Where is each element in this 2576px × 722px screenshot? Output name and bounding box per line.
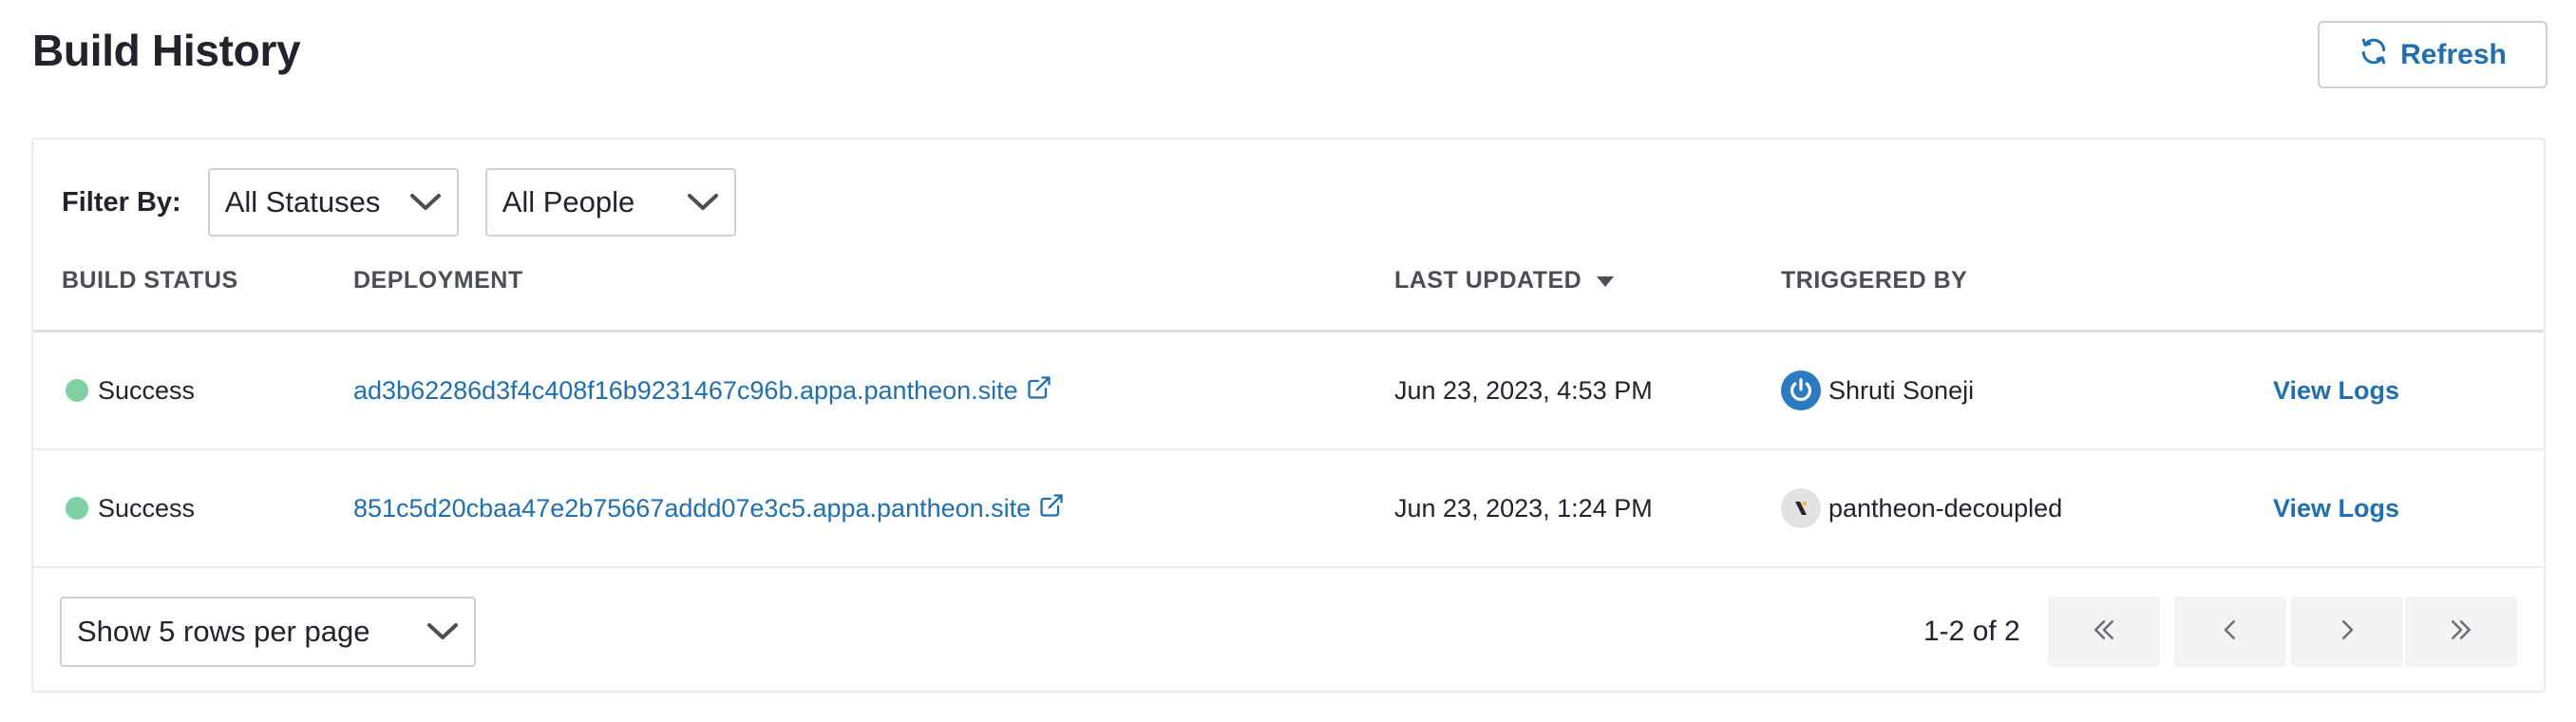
triggered-by-cell: pantheon-decoupled: [1781, 450, 2062, 566]
pagination-footer: Show 5 rows per page 1-2 of 2: [33, 568, 2544, 693]
build-history-card: Filter By: All Statuses All People BUILD…: [31, 138, 2546, 693]
view-logs-link[interactable]: View Logs: [2273, 494, 2399, 523]
column-header-deployment: DEPLOYMENT: [353, 267, 523, 294]
sort-descending-icon: [1597, 267, 1615, 294]
people-filter-value: All People: [502, 185, 635, 218]
view-logs-cell: View Logs: [2273, 332, 2399, 448]
status-filter-select[interactable]: All Statuses: [207, 168, 459, 237]
external-link-icon: [1026, 374, 1052, 408]
column-header-last-updated[interactable]: LAST UPDATED: [1394, 267, 1615, 294]
triggered-by-name: pantheon-decoupled: [1828, 493, 2063, 522]
triggered-by-name: Shruti Soneji: [1828, 375, 1975, 405]
status-filter-value: All Statuses: [224, 185, 381, 218]
page-title: Build History: [32, 26, 301, 75]
rows-per-page-select[interactable]: Show 5 rows per page: [60, 597, 476, 667]
external-link-icon: [1038, 492, 1065, 525]
last-updated-cell: Jun 23, 2023, 4:53 PM: [1394, 375, 1653, 405]
refresh-label: Refresh: [2400, 38, 2507, 70]
status-cell: Success: [66, 450, 195, 566]
chevrons-right-icon: [2447, 616, 2475, 649]
rows-per-page-value: Show 5 rows per page: [77, 615, 370, 648]
success-status-dot-icon: [66, 497, 88, 520]
last-page-button[interactable]: [2405, 597, 2517, 667]
chevron-right-icon: [2333, 616, 2361, 649]
filter-label: Filter By:: [62, 186, 181, 218]
chevrons-left-icon: [2090, 616, 2118, 649]
status-text: Success: [98, 375, 196, 405]
next-page-button[interactable]: [2291, 597, 2403, 667]
people-filter-select[interactable]: All People: [484, 168, 736, 237]
power-icon: [1781, 370, 1821, 410]
triggered-by-cell: Shruti Soneji: [1781, 332, 1974, 448]
deployment-cell: 851c5d20cbaa47e2b75667addd07e3c5.appa.pa…: [353, 450, 1065, 566]
deployment-link[interactable]: 851c5d20cbaa47e2b75667addd07e3c5.appa.pa…: [353, 492, 1065, 525]
success-status-dot-icon: [66, 379, 88, 402]
column-header-build-status: BUILD STATUS: [62, 267, 238, 294]
pagination-range: 1-2 of 2: [1923, 616, 2020, 647]
refresh-icon: [2358, 36, 2389, 74]
deployment-cell: ad3b62286d3f4c408f16b9231467c96b.appa.pa…: [353, 332, 1052, 448]
column-header-triggered-by: TRIGGERED BY: [1781, 267, 1968, 294]
table-row: Success ad3b62286d3f4c408f16b9231467c96b…: [33, 332, 2544, 450]
previous-page-button[interactable]: [2174, 597, 2286, 667]
deployment-link[interactable]: ad3b62286d3f4c408f16b9231467c96b.appa.pa…: [353, 374, 1052, 408]
view-logs-cell: View Logs: [2273, 450, 2399, 566]
refresh-button[interactable]: Refresh: [2318, 21, 2548, 88]
status-text: Success: [98, 493, 196, 522]
chevron-left-icon: [2216, 616, 2245, 649]
first-page-button[interactable]: [2048, 597, 2160, 667]
view-logs-link[interactable]: View Logs: [2273, 376, 2399, 406]
last-updated-cell: Jun 23, 2023, 1:24 PM: [1394, 493, 1653, 522]
table-row: Success 851c5d20cbaa47e2b75667addd07e3c5…: [33, 450, 2544, 568]
pantheon-logo-icon: [1781, 488, 1821, 528]
chevron-down-icon: [426, 615, 459, 649]
chevron-down-icon: [687, 185, 719, 219]
filter-bar: Filter By: All Statuses All People: [62, 168, 736, 237]
status-cell: Success: [66, 332, 195, 448]
chevron-down-icon: [409, 185, 442, 219]
